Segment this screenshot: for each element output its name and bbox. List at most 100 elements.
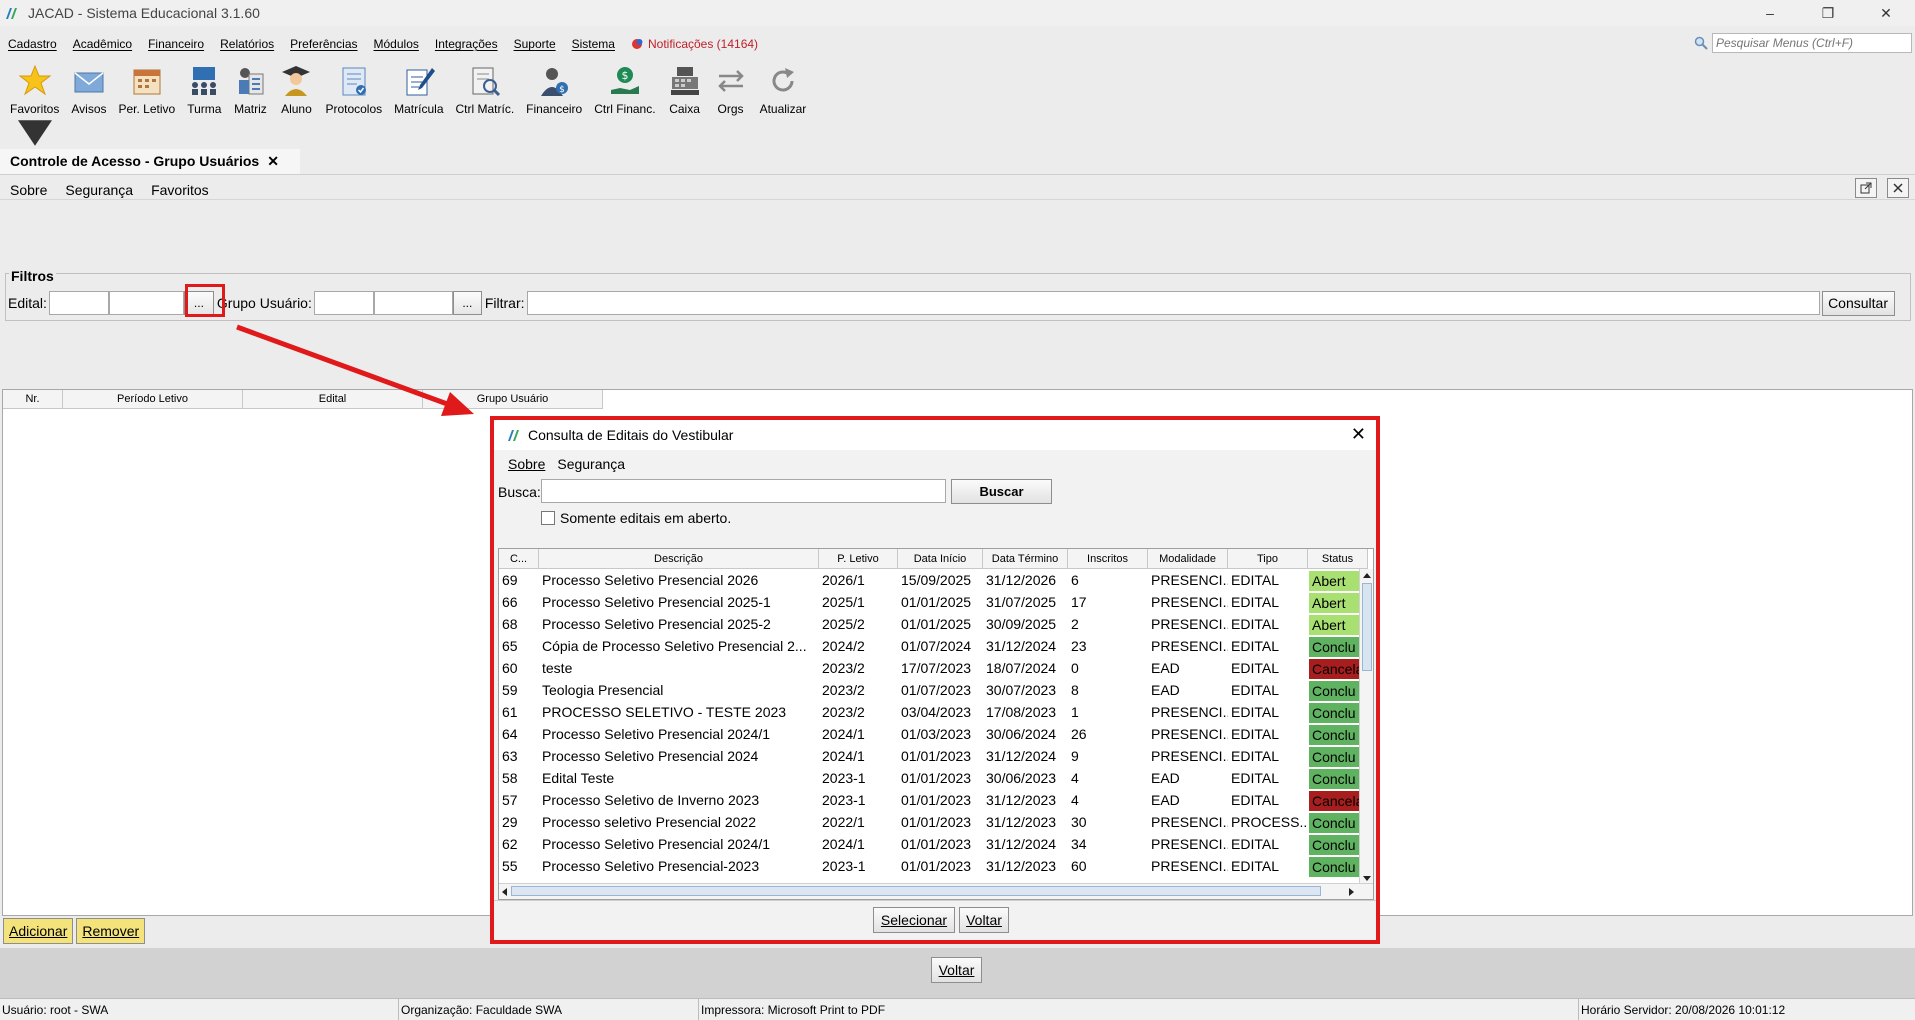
submenu-seguranca[interactable]: Segurança	[55, 182, 141, 198]
toolbar-avisos[interactable]: Avisos	[65, 64, 112, 116]
toolbar-matriz[interactable]: Matriz	[227, 64, 273, 116]
edital-description-input[interactable]	[108, 291, 184, 315]
vertical-scroll-thumb[interactable]	[1362, 583, 1372, 671]
submenu-favoritos[interactable]: Favoritos	[141, 182, 217, 198]
toolbar-matricula[interactable]: Matrícula	[388, 64, 449, 116]
toolbar-caixa[interactable]: Caixa	[662, 64, 708, 116]
column-header-modalidade[interactable]: Modalidade	[1148, 549, 1228, 569]
grupo-lookup-button[interactable]: ...	[452, 291, 482, 315]
table-row[interactable]: 62 Processo Seletivo Presencial 2024/1 202…	[499, 833, 1373, 855]
toolbar-financeiro[interactable]: $ Financeiro	[520, 64, 588, 116]
table-row[interactable]: 65 Cópia de Processo Seletivo Presencial …	[499, 635, 1373, 657]
horizontal-scroll-thumb[interactable]	[511, 886, 1321, 896]
column-header-nr[interactable]: Nr.	[3, 390, 63, 409]
column-header-status[interactable]: Status	[1308, 549, 1368, 569]
filtrar-input[interactable]	[526, 291, 1820, 315]
consultar-button[interactable]: Consultar	[1821, 290, 1895, 316]
table-row[interactable]: 64 Processo Seletivo Presencial 2024/1 202…	[499, 723, 1373, 745]
table-row[interactable]: 60 teste 2023/2 17/07/2023 18/07/2024 0 EAD EDI…	[499, 657, 1373, 679]
column-header-periodo-letivo[interactable]: Período Letivo	[63, 390, 243, 409]
adicionar-button[interactable]: Adicionar	[3, 918, 74, 944]
column-header-descricao[interactable]: Descrição	[539, 549, 819, 569]
grupo-code-input[interactable]	[313, 291, 374, 315]
table-row[interactable]: 55 Processo Seletivo Presencial-2023 2023-…	[499, 855, 1373, 877]
column-header-tipo[interactable]: Tipo	[1228, 549, 1308, 569]
dialog-voltar-button[interactable]: Voltar	[959, 907, 1009, 933]
toolbar-aluno[interactable]: Aluno	[273, 64, 319, 116]
dialog-menu-sobre[interactable]: Sobre	[502, 456, 551, 472]
cell-codigo: 69	[502, 572, 518, 588]
menu-sistema[interactable]: Sistema	[564, 37, 623, 51]
dialog-close-button[interactable]: ✕	[1351, 424, 1366, 445]
column-header-codigo[interactable]: C...	[499, 549, 539, 569]
somente-abertos-option[interactable]: Somente editais em aberto.	[494, 506, 1376, 530]
toolbar-ctrl-financ-label: Ctrl Financ.	[594, 102, 656, 116]
highlight-box-lookup	[185, 284, 225, 317]
toolbar-orgs[interactable]: Orgs	[708, 64, 754, 116]
toolbar-turma[interactable]: Turma	[181, 64, 227, 116]
cell-modalidade: EAD	[1151, 770, 1180, 786]
table-row[interactable]: 63 Processo Seletivo Presencial 2024 2024…	[499, 745, 1373, 767]
cell-data-inicio: 01/03/2023	[901, 726, 972, 742]
cell-modalidade: EAD	[1151, 660, 1180, 676]
column-header-periodo-letivo[interactable]: P. Letivo	[819, 549, 898, 569]
menu-modulos[interactable]: Módulos	[366, 37, 427, 51]
somente-abertos-checkbox[interactable]	[541, 511, 555, 525]
menu-suporte[interactable]: Suporte	[506, 37, 564, 51]
maximize-button[interactable]: ❐	[1799, 0, 1857, 26]
buscar-button[interactable]: Buscar	[951, 479, 1052, 504]
detach-window-button[interactable]	[1855, 178, 1877, 198]
toolbar-ctrl-financ[interactable]: $ Ctrl Financ.	[588, 64, 661, 116]
table-row[interactable]: 58 Edital Teste 2023-1 01/01/2023 30/06/2023…	[499, 767, 1373, 789]
menu-search-input[interactable]	[1712, 33, 1912, 53]
minimize-button[interactable]: –	[1741, 0, 1799, 26]
scroll-left-icon[interactable]	[499, 884, 511, 900]
toolbar-ctrl-matric[interactable]: Ctrl Matríc.	[450, 64, 521, 116]
table-row[interactable]: 57 Processo Seletivo de Inverno 2023 2023-…	[499, 789, 1373, 811]
column-header-data-termino[interactable]: Data Término	[983, 549, 1068, 569]
menu-notificacoes[interactable]: Notificações (14164)	[623, 37, 766, 51]
main-toolbar: Favoritos Avisos Per. Letivo Turma Matri…	[4, 64, 813, 146]
dialog-menu-seguranca[interactable]: Segurança	[551, 456, 631, 472]
menu-relatorios[interactable]: Relatórios	[212, 37, 282, 51]
submenu-sobre[interactable]: Sobre	[0, 182, 55, 198]
scroll-up-icon[interactable]	[1360, 569, 1374, 581]
toolbar-per-letivo[interactable]: Per. Letivo	[113, 64, 182, 116]
menu-integracoes[interactable]: Integrações	[427, 37, 506, 51]
selecionar-button[interactable]: Selecionar	[873, 907, 955, 933]
close-window-button[interactable]: ✕	[1857, 0, 1915, 26]
cell-descricao: Processo Seletivo Presencial 2025-1	[542, 594, 771, 610]
busca-input[interactable]	[541, 479, 946, 503]
close-screen-button[interactable]	[1887, 178, 1909, 198]
toolbar-protocolos[interactable]: Protocolos	[319, 64, 388, 116]
table-row[interactable]: 66 Processo Seletivo Presencial 2025-1 202…	[499, 591, 1373, 613]
menu-academico[interactable]: Acadêmico	[65, 37, 140, 51]
table-row[interactable]: 69 Processo Seletivo Presencial 2026 2026/…	[499, 569, 1373, 591]
voltar-button[interactable]: Voltar	[931, 957, 982, 983]
cell-modalidade: PRESENCI...	[1151, 748, 1228, 764]
toolbar-favoritos[interactable]: Favoritos	[4, 64, 65, 150]
menu-financeiro[interactable]: Financeiro	[140, 37, 212, 51]
column-header-grupo-usuario[interactable]: Grupo Usuário	[423, 390, 603, 409]
toolbar-atualizar[interactable]: Atualizar	[754, 64, 813, 116]
table-row[interactable]: 68 Processo Seletivo Presencial 2025-2 202…	[499, 613, 1373, 635]
tab-close-icon[interactable]: ✕	[267, 153, 279, 170]
table-row[interactable]: 29 Processo seletivo Presencial 2022 2022/…	[499, 811, 1373, 833]
tab-controle-acesso[interactable]: Controle de Acesso - Grupo Usuários ✕	[0, 149, 300, 175]
grupo-description-input[interactable]	[373, 291, 453, 315]
vertical-scrollbar[interactable]	[1359, 569, 1373, 885]
menu-preferencias[interactable]: Preferências	[282, 37, 365, 51]
scroll-right-icon[interactable]	[1345, 884, 1357, 900]
column-header-edital[interactable]: Edital	[243, 390, 423, 409]
cell-modalidade: PRESENCI...	[1151, 638, 1228, 654]
column-header-inscritos[interactable]: Inscritos	[1068, 549, 1148, 569]
horizontal-scrollbar[interactable]	[499, 883, 1373, 900]
remover-button[interactable]: Remover	[76, 918, 146, 944]
edital-code-input[interactable]	[48, 291, 109, 315]
cell-descricao: Processo Seletivo de Inverno 2023	[542, 792, 760, 808]
column-header-data-inicio[interactable]: Data Início	[898, 549, 983, 569]
table-row[interactable]: 59 Teologia Presencial 2023/2 01/07/2023 30/…	[499, 679, 1373, 701]
status-horario: Horário Servidor: 20/08/2026 10:01:12	[1581, 1002, 1786, 1017]
table-row[interactable]: 61 PROCESSO SELETIVO - TESTE 2023 2023/2 03…	[499, 701, 1373, 723]
menu-cadastro[interactable]: Cadastro	[0, 37, 65, 51]
